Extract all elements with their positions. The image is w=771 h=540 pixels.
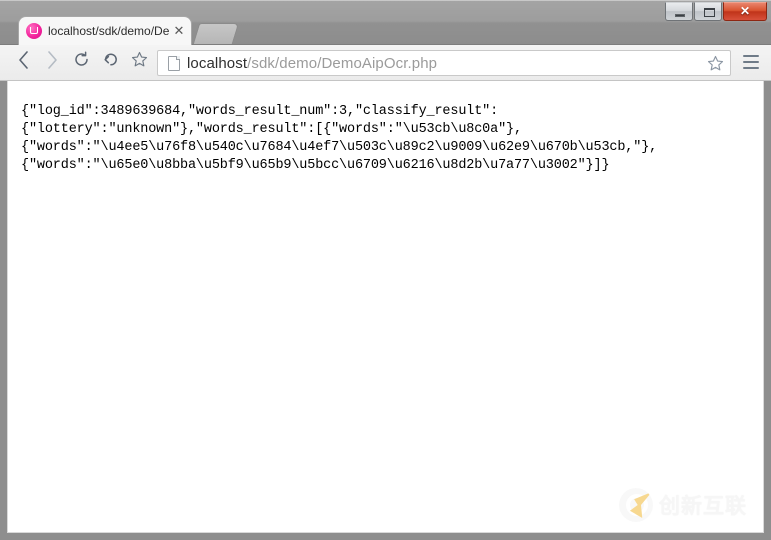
json-response-text: {"log_id":3489639684,"words_result_num":… <box>21 103 658 173</box>
back-button[interactable] <box>11 51 36 76</box>
bookmark-page-icon[interactable] <box>702 55 728 72</box>
maximize-icon <box>704 8 715 17</box>
reload-button[interactable] <box>69 51 94 76</box>
bookmark-star-icon[interactable] <box>127 51 152 76</box>
browser-toolbar: localhost/sdk/demo/DemoAipOcr.php <box>0 45 771 81</box>
close-button[interactable]: ✕ <box>723 2 767 21</box>
page-viewport: {"log_id":3489639684,"words_result_num":… <box>0 81 771 540</box>
forward-button[interactable] <box>40 51 65 76</box>
watermark-text: 创新互联 <box>659 494 747 518</box>
menu-line <box>743 55 759 57</box>
chrome-menu-icon[interactable] <box>743 55 759 69</box>
url-path: /sdk/demo/DemoAipOcr.php <box>247 54 438 72</box>
wamp-icon <box>26 23 42 39</box>
watermark-logo-icon <box>619 488 653 522</box>
url-text: localhost/sdk/demo/DemoAipOcr.php <box>187 55 702 72</box>
new-tab-button[interactable] <box>192 23 240 44</box>
address-bar[interactable]: localhost/sdk/demo/DemoAipOcr.php <box>157 50 731 76</box>
browser-window: ✕ localhost/sdk/demo/DemoAipOcr.php ✕ <box>0 0 771 540</box>
close-icon: ✕ <box>739 4 751 18</box>
back-history-button[interactable] <box>98 51 123 76</box>
url-host: localhost <box>187 54 248 72</box>
minimize-button[interactable] <box>665 2 693 21</box>
tab-close-icon[interactable]: ✕ <box>170 22 188 40</box>
document-icon <box>168 55 180 71</box>
minimize-icon <box>675 14 685 17</box>
menu-line <box>743 67 759 69</box>
tab-title: localhost/sdk/demo/DemoAipOcr.php <box>48 24 170 38</box>
page-content: {"log_id":3489639684,"words_result_num":… <box>7 81 764 533</box>
menu-line <box>743 61 759 63</box>
maximize-button[interactable] <box>694 2 722 21</box>
title-bar[interactable]: ✕ localhost/sdk/demo/DemoAipOcr.php ✕ <box>0 0 771 45</box>
browser-tab[interactable]: localhost/sdk/demo/DemoAipOcr.php ✕ <box>19 17 191 45</box>
window-controls: ✕ <box>664 2 767 22</box>
watermark: 创新互联 <box>619 488 747 522</box>
